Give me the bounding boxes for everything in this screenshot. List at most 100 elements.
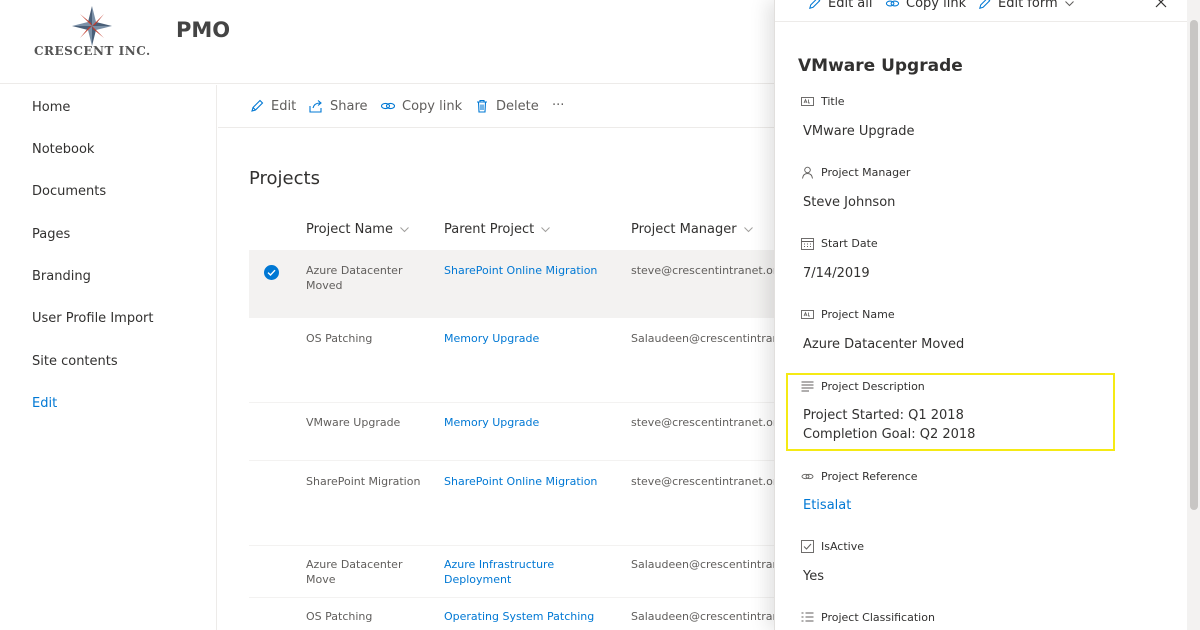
cell-project-name[interactable]: VMware Upgrade: [306, 415, 426, 430]
table-row[interactable]: SharePoint Migration SharePoint Online M…: [249, 460, 779, 545]
nav-item-pages[interactable]: Pages: [32, 227, 70, 242]
nav-item-site-contents[interactable]: Site contents: [32, 354, 118, 369]
pencil-icon: [251, 99, 264, 112]
copy-link-label: Copy link: [906, 0, 967, 11]
field-label-project-manager: Project Manager: [801, 166, 910, 179]
link-icon: [801, 473, 814, 480]
command-bar: Edit Share Copy link Delete ···: [218, 85, 778, 128]
panel-title: VMware Upgrade: [798, 56, 963, 76]
cell-parent-project[interactable]: Azure Infrastructure Deployment: [444, 557, 624, 587]
trash-icon: [477, 99, 487, 113]
description-line: Completion Goal: Q2 2018: [803, 427, 976, 442]
field-label-isactive: IsActive: [801, 540, 864, 553]
checkmark-circle-icon[interactable]: [264, 265, 279, 280]
delete-button-label: Delete: [496, 98, 539, 114]
site-title[interactable]: PMO: [176, 18, 230, 42]
cell-parent-project[interactable]: SharePoint Online Migration: [444, 263, 624, 278]
field-label-text: Project Classification: [821, 611, 935, 624]
copy-link-button[interactable]: Copy link: [380, 98, 462, 114]
panel-scrollbar[interactable]: [1187, 0, 1200, 630]
field-label-title: Title: [801, 95, 845, 108]
field-label-start-date: Start Date: [801, 237, 878, 250]
table-row[interactable]: Azure Datacenter Move Azure Infrastructu…: [249, 545, 779, 597]
chevron-down-icon: [1064, 1, 1074, 7]
panel-copy-link-button[interactable]: Copy link: [885, 0, 966, 11]
cell-project-manager: steve@crescentintranet.or: [631, 416, 778, 429]
cell-project-manager: Salaudeen@crescentintrar: [631, 558, 778, 571]
edit-form-button[interactable]: Edit form: [977, 0, 1075, 11]
table-row[interactable]: OS Patching Memory Upgrade Salaudeen@cre…: [249, 317, 779, 402]
nav-item-branding[interactable]: Branding: [32, 269, 91, 284]
share-button[interactable]: Share: [308, 98, 368, 114]
field-label-text: Project Name: [821, 308, 895, 321]
field-value-start-date[interactable]: 7/14/2019: [803, 264, 870, 283]
cell-project-name[interactable]: OS Patching: [306, 331, 426, 346]
chevron-down-icon: [541, 227, 551, 233]
table-row[interactable]: OS Patching Operating System Patching Sa…: [249, 597, 779, 630]
edit-all-button[interactable]: Edit all: [807, 0, 873, 11]
pencil-icon: [809, 0, 821, 9]
cell-parent-project[interactable]: Memory Upgrade: [444, 415, 624, 430]
cell-project-manager: Salaudeen@crescentintrar: [631, 332, 778, 345]
cell-project-name[interactable]: OS Patching: [306, 609, 426, 624]
nav-item-notebook[interactable]: Notebook: [32, 142, 94, 157]
cell-project-manager: steve@crescentintranet.or: [631, 264, 778, 277]
field-value-title[interactable]: VMware Upgrade: [803, 122, 914, 141]
field-label-project-reference: Project Reference: [801, 470, 918, 483]
copy-link-button-label: Copy link: [402, 98, 463, 114]
field-value-project-manager[interactable]: Steve Johnson: [803, 193, 895, 212]
field-value-project-description[interactable]: Project Started: Q1 2018 Completion Goal…: [803, 406, 975, 444]
more-options-button[interactable]: ···: [552, 98, 564, 113]
nav-item-user-profile-import[interactable]: User Profile Import: [32, 311, 153, 326]
nav-item-documents[interactable]: Documents: [32, 184, 106, 199]
field-label-project-name: Project Name: [801, 308, 895, 321]
table-row[interactable]: Azure Datacenter Moved SharePoint Online…: [249, 250, 779, 317]
field-label-project-description: Project Description: [801, 380, 925, 393]
panel-toolbar: Edit all Copy link Edit form: [775, 0, 1200, 22]
chevron-down-icon: [743, 227, 753, 233]
checkbox-icon: [801, 540, 814, 553]
edit-button-label: Edit: [271, 98, 297, 114]
close-icon[interactable]: [1153, 0, 1169, 10]
nav-item-home[interactable]: Home: [32, 100, 70, 115]
field-value-project-reference[interactable]: Etisalat: [803, 496, 851, 515]
field-label-text: Project Reference: [821, 470, 918, 483]
pencil-icon: [979, 0, 991, 9]
cell-project-name[interactable]: SharePoint Migration: [306, 474, 426, 489]
scrollbar-thumb[interactable]: [1190, 20, 1198, 510]
field-label-text: IsActive: [821, 540, 865, 553]
link-icon: [885, 0, 900, 7]
column-header-label: Project Manager: [631, 222, 737, 237]
field-value-project-name[interactable]: Azure Datacenter Moved: [803, 335, 964, 354]
text-field-icon: [801, 310, 814, 319]
chevron-down-icon: [400, 227, 409, 233]
cell-parent-project[interactable]: SharePoint Online Migration: [444, 474, 624, 489]
field-label-text: Project Manager: [821, 166, 911, 179]
column-header-parent-project[interactable]: Parent Project: [444, 222, 551, 237]
cell-project-manager: Salaudeen@crescentintrar: [631, 610, 778, 623]
cell-parent-project[interactable]: Operating System Patching: [444, 609, 624, 624]
description-line: Project Started: Q1 2018: [803, 408, 964, 423]
column-header-label: Project Name: [306, 222, 393, 237]
column-header-project-manager[interactable]: Project Manager: [631, 222, 754, 237]
logo-text: CRESCENT INC.: [34, 44, 151, 58]
table-row[interactable]: VMware Upgrade Memory Upgrade steve@cres…: [249, 402, 779, 460]
item-details-panel: Edit all Copy link Edit form VMware Upgr…: [774, 0, 1200, 630]
cell-project-name[interactable]: Azure Datacenter Moved: [306, 263, 426, 293]
person-icon: [802, 166, 813, 179]
column-header-project-name[interactable]: Project Name: [306, 222, 410, 237]
delete-button[interactable]: Delete: [474, 98, 539, 114]
edit-form-label: Edit form: [998, 0, 1058, 11]
left-navigation: Home Notebook Documents Pages Branding U…: [0, 85, 217, 630]
field-label-text: Project Description: [821, 380, 925, 393]
edit-button[interactable]: Edit: [249, 98, 296, 114]
cell-parent-project[interactable]: Memory Upgrade: [444, 331, 624, 346]
nav-edit-link[interactable]: Edit: [32, 396, 57, 411]
field-label-text: Start Date: [821, 237, 878, 250]
field-label-text: Title: [821, 95, 845, 108]
cell-project-name[interactable]: Azure Datacenter Move: [306, 557, 426, 587]
link-icon: [380, 102, 396, 110]
field-value-isactive[interactable]: Yes: [803, 567, 824, 586]
share-button-label: Share: [330, 98, 368, 114]
text-field-icon: [801, 97, 814, 106]
